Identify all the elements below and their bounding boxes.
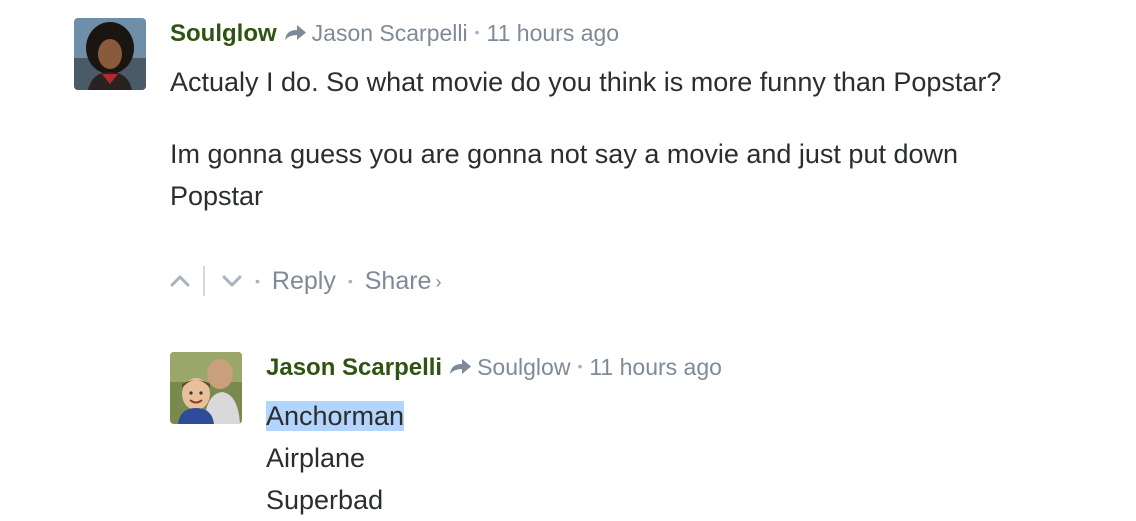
comment-meta: Jason Scarpelli Soulglow • 11 hours ago bbox=[266, 354, 722, 382]
meta-separator: • bbox=[577, 358, 583, 374]
timestamp[interactable]: 11 hours ago bbox=[589, 354, 722, 381]
comment-body: Actualy I do. So what movie do you think… bbox=[170, 61, 1050, 217]
comment-line: Anchorman bbox=[266, 395, 1066, 437]
comment-actions: • Reply • Share › bbox=[169, 266, 441, 296]
selected-text: Anchorman bbox=[266, 401, 405, 431]
reply-arrow-icon bbox=[283, 22, 307, 49]
reply-button[interactable]: Reply bbox=[272, 267, 336, 296]
reply-arrow-icon bbox=[448, 356, 472, 383]
comment-paragraph: Actualy I do. So what movie do you think… bbox=[170, 67, 1002, 97]
chevron-down-icon[interactable] bbox=[221, 270, 243, 292]
author-link[interactable]: Jason Scarpelli bbox=[266, 354, 442, 382]
reply-to-link[interactable]: Jason Scarpelli bbox=[312, 20, 468, 47]
action-separator: • bbox=[347, 273, 353, 289]
comment-meta: Soulglow Jason Scarpelli • 11 hours ago bbox=[170, 20, 619, 48]
author-link[interactable]: Soulglow bbox=[170, 20, 277, 48]
avatar[interactable] bbox=[170, 352, 242, 424]
timestamp[interactable]: 11 hours ago bbox=[487, 20, 620, 47]
comment-line: Superbad bbox=[266, 485, 384, 515]
share-button[interactable]: Share › bbox=[365, 267, 442, 296]
chevron-up-icon[interactable] bbox=[169, 270, 191, 292]
chevron-right-icon: › bbox=[435, 271, 442, 292]
avatar[interactable] bbox=[74, 18, 146, 90]
vote-divider bbox=[203, 266, 205, 296]
meta-separator: • bbox=[474, 24, 480, 40]
reply-to-link[interactable]: Soulglow bbox=[477, 354, 570, 381]
comment-line: Airplane bbox=[266, 443, 366, 473]
comment-body: Anchorman Airplane Superbad bbox=[266, 395, 1066, 521]
action-separator: • bbox=[255, 273, 260, 289]
comment-paragraph: Im gonna guess you are gonna not say a m… bbox=[170, 139, 959, 211]
share-label: Share bbox=[364, 266, 432, 295]
